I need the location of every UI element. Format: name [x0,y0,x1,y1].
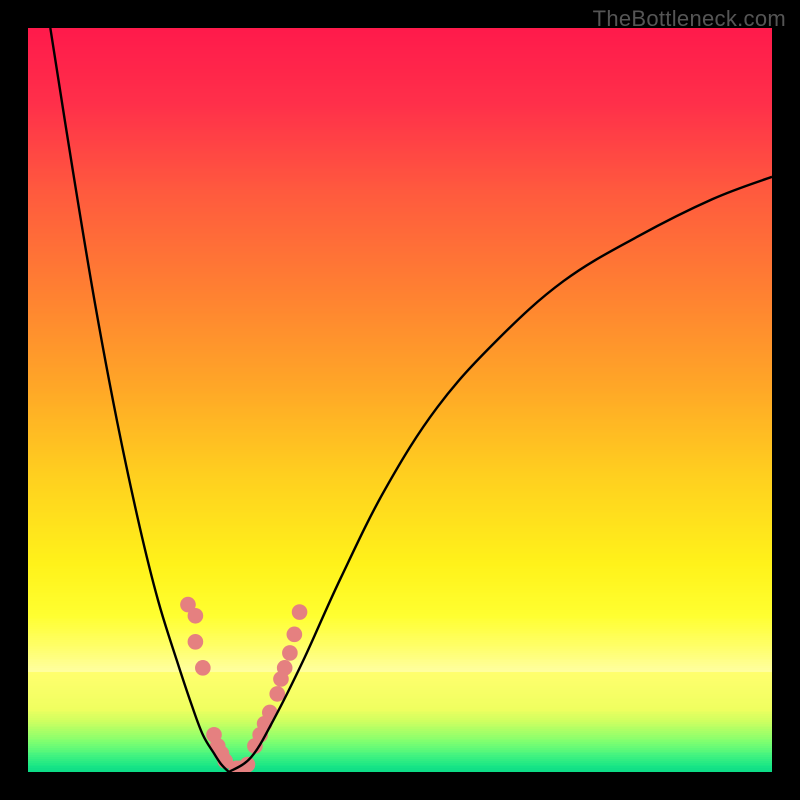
scatter-point [269,686,285,702]
chart-frame: TheBottleneck.com [0,0,800,800]
bottleneck-curve-right [229,177,772,772]
scatter-point [188,608,204,624]
scatter-point [195,660,211,676]
chart-svg [28,28,772,772]
watermark-text: TheBottleneck.com [593,6,786,32]
scatter-point [282,645,298,661]
scatter-point [188,634,204,650]
scatter-group [180,597,307,772]
scatter-point [292,604,308,620]
plot-area [28,28,772,772]
scatter-point [277,660,293,676]
scatter-point [287,627,303,643]
